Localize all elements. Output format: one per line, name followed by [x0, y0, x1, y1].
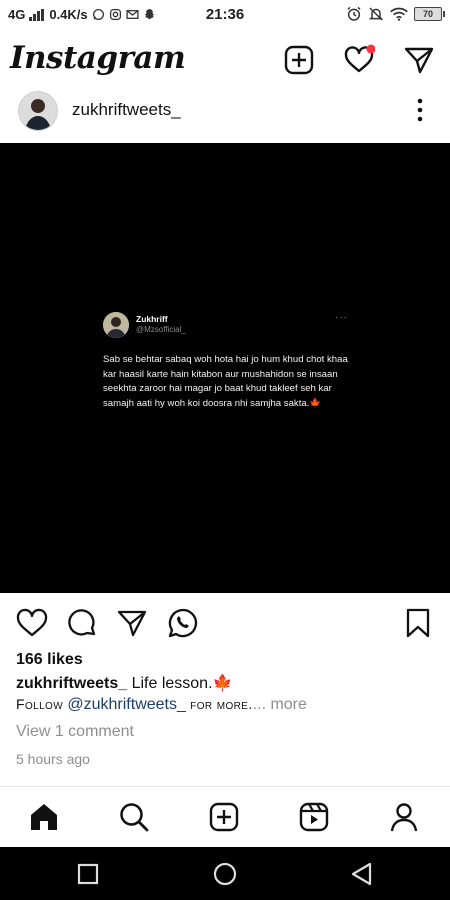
status-bar: 21:36 4G 0.4K/s 70	[0, 0, 450, 32]
direct-messages-icon[interactable]	[403, 44, 435, 76]
network-speed: 0.4K/s	[49, 7, 88, 22]
alarm-icon	[347, 6, 361, 21]
likes-count[interactable]: 166 likes	[16, 651, 83, 669]
post-timestamp: 5 hours ago	[16, 751, 90, 767]
view-comments-link[interactable]: View 1 comment	[16, 723, 134, 741]
mention-link[interactable]: @zukhriftweets_	[67, 696, 186, 713]
tweet-text: Sab se behtar sabaq woh hota hai jo hum …	[103, 354, 348, 409]
wifi-icon	[390, 7, 408, 21]
save-bookmark-icon[interactable]	[402, 607, 434, 639]
instagram-notification-icon	[109, 8, 121, 21]
status-right: 70	[346, 6, 445, 22]
caption-username[interactable]: zukhriftweets_	[16, 675, 127, 692]
profile-icon[interactable]	[388, 801, 420, 833]
whatsapp-share-icon[interactable]	[166, 607, 198, 639]
recent-apps-icon[interactable]	[74, 860, 102, 888]
post-username[interactable]: zukhriftweets_	[72, 100, 181, 120]
for-more-text: for more.	[185, 696, 253, 712]
mail-notification-icon	[126, 10, 139, 19]
home-icon[interactable]	[28, 801, 60, 833]
home-circle-icon[interactable]	[211, 860, 239, 888]
instagram-logo[interactable]: Instagram	[10, 40, 186, 76]
notifications-heart-icon[interactable]	[343, 44, 375, 76]
caption: zukhriftweets_ Life lesson.🍁	[16, 673, 232, 693]
tweet-author-handle: @Mzsofficial_	[136, 325, 186, 334]
bottom-navigation	[0, 786, 450, 848]
create-icon[interactable]	[208, 801, 240, 833]
follow-text: Follow	[16, 696, 68, 712]
notifications-off-icon	[368, 7, 384, 21]
battery-indicator: 70	[414, 7, 445, 21]
caption-follow-line: Follow @zukhriftweets_ for more.... more	[16, 696, 307, 714]
signal-icon	[29, 8, 45, 21]
create-post-icon[interactable]	[283, 44, 315, 76]
back-icon[interactable]	[348, 860, 376, 888]
reels-icon[interactable]	[298, 801, 330, 833]
android-navigation-bar	[0, 847, 450, 900]
avatar[interactable]	[18, 91, 58, 131]
whatsapp-notification-icon	[92, 8, 104, 21]
tweet-avatar	[103, 312, 129, 338]
avatar-photo	[19, 92, 57, 130]
comment-icon[interactable]	[66, 607, 98, 639]
snapchat-notification-icon	[144, 9, 155, 20]
search-icon[interactable]	[118, 801, 150, 833]
share-icon[interactable]	[116, 607, 148, 639]
network-type: 4G	[8, 7, 26, 22]
status-left: 4G 0.4K/s	[8, 7, 156, 22]
tweet-more-icon: ···	[335, 312, 348, 323]
caption-more-link[interactable]: ... more	[253, 696, 307, 713]
like-heart-icon[interactable]	[16, 607, 48, 639]
tweet-author-name: Zukhriff	[136, 314, 168, 324]
more-options-icon[interactable]	[410, 96, 430, 124]
caption-text: Life lesson.🍁	[127, 675, 233, 692]
